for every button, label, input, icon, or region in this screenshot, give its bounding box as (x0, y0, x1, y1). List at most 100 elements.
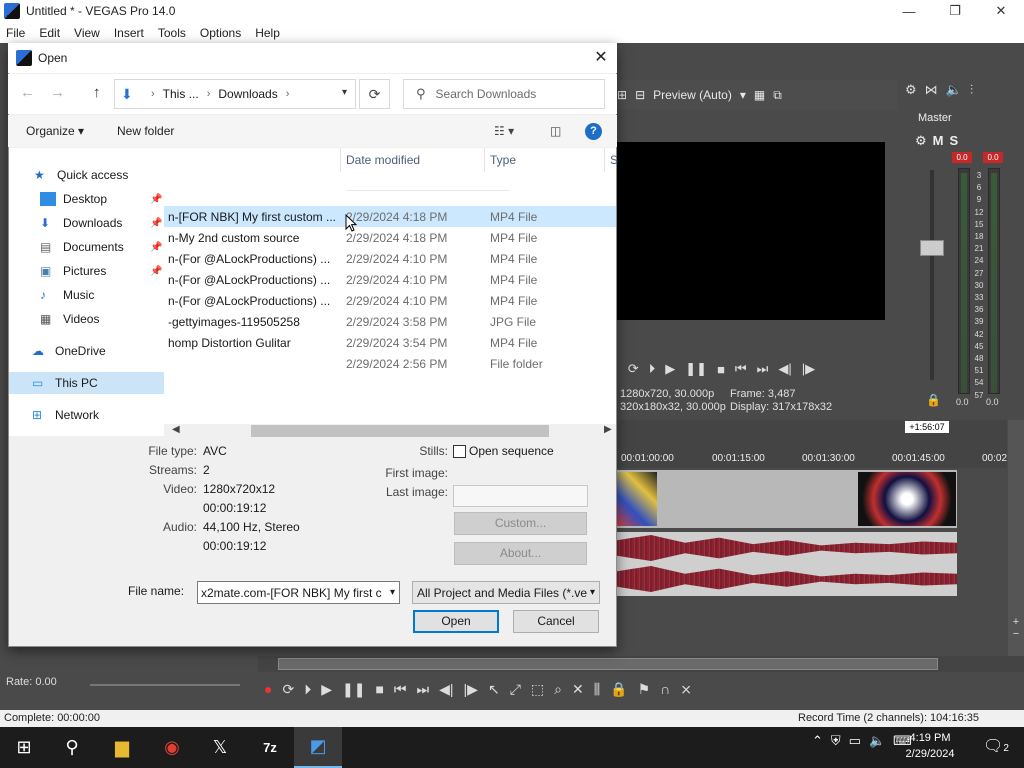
nav-quick-access[interactable]: ★ Quick access (34, 168, 128, 182)
marker-icon[interactable]: ⚑ (638, 681, 651, 698)
column-divider[interactable] (604, 148, 605, 172)
chevron-down-icon[interactable]: ▾ (342, 87, 347, 98)
chevron-down-icon[interactable]: ▾ (740, 88, 746, 102)
nav-pictures[interactable]: ▣ Pictures (40, 264, 106, 278)
menu-tools[interactable]: Tools (158, 26, 186, 40)
windows-start-icon[interactable]: ⊞ (0, 727, 48, 768)
network-tray-icon[interactable]: ▭ (849, 733, 861, 749)
menu-insert[interactable]: Insert (114, 26, 144, 40)
overlay-icon[interactable]: ⊟ (635, 88, 645, 102)
play-icon[interactable]: ▶ (665, 361, 675, 377)
organize-button[interactable]: Organize ▾ (26, 124, 84, 138)
file-type-filter[interactable]: All Project and Media Files (*.ve ▾ (412, 581, 600, 604)
fx-icon[interactable]: ⚙ (915, 133, 927, 149)
chevron-up-icon[interactable]: ⌃ (812, 733, 823, 749)
nav-downloads[interactable]: ⬇ Downloads (40, 216, 122, 230)
scroll-right-icon[interactable]: ▶ (604, 424, 612, 435)
preview-mode-dropdown[interactable]: Preview (Auto) (653, 88, 732, 102)
taskbar-clock[interactable]: 4:19 PM 2/29/2024 (900, 730, 960, 762)
search-icon[interactable]: ⚲ (48, 727, 96, 768)
table-row[interactable]: n-My 2nd custom source 2/29/2024 4:18 PM M… (164, 227, 616, 248)
pin-icon[interactable]: 📌 (150, 194, 162, 205)
rate-slider[interactable] (90, 684, 240, 686)
back-arrow-icon[interactable]: ← (20, 84, 35, 101)
close-icon[interactable]: ✕ (588, 46, 614, 70)
menu-file[interactable]: File (6, 26, 25, 40)
table-row[interactable]: n-(For @ALockProductions) ... 2/29/2024 4… (164, 248, 616, 269)
preview-pane-icon[interactable]: ◫ (550, 124, 561, 138)
nav-network[interactable]: ⊞ Network (32, 408, 99, 422)
table-row[interactable]: n-(For @ALockProductions) ... 2/29/2024 4… (164, 290, 616, 311)
bypass-icon[interactable]: ⋈ (925, 82, 938, 100)
open-sequence-checkbox[interactable] (453, 445, 466, 458)
x-app-icon[interactable]: 𝕏 (196, 727, 244, 768)
solo-button[interactable]: S (950, 133, 959, 149)
chevron-right-icon[interactable]: › (286, 88, 290, 100)
next-frame-icon[interactable]: |▶ (464, 681, 478, 698)
envelope-tool-icon[interactable]: ⤢ (510, 681, 521, 698)
table-row[interactable]: 2/29/2024 2:56 PM File folder (164, 353, 616, 374)
help-icon[interactable]: ? (585, 123, 602, 140)
chevron-down-icon[interactable]: ▾ (390, 587, 395, 598)
table-row[interactable]: homp Distortion Gulitar 2/29/2024 3:54 PM… (164, 332, 616, 353)
delete-icon[interactable]: ✕ (572, 681, 584, 698)
zoom-in-icon[interactable]: + (1008, 616, 1024, 628)
table-row[interactable]: n-[FOR NBK] My first custom ... 2/29/2024… (164, 206, 616, 227)
new-folder-button[interactable]: New folder (117, 124, 174, 138)
cancel-button[interactable]: Cancel (513, 610, 599, 633)
vegas-taskbar-icon[interactable]: ◩ (294, 727, 342, 768)
column-date-modified[interactable]: Date modified (346, 153, 420, 167)
loop-icon[interactable]: ⟳ (628, 361, 639, 377)
stop-icon[interactable]: ■ (375, 681, 383, 697)
security-icon[interactable]: ⛨ (831, 733, 841, 749)
search-input[interactable]: ⚲ Search Downloads (403, 79, 605, 109)
maximize-button[interactable]: ❐ (932, 0, 978, 22)
go-end-icon[interactable]: ⏭ (757, 361, 769, 377)
menu-options[interactable]: Options (200, 26, 241, 40)
close-button[interactable]: ✕ (978, 0, 1024, 22)
trim-icon[interactable]: ⫼ (594, 681, 600, 698)
properties-icon[interactable]: ⫶ (970, 82, 973, 100)
split-screen-icon[interactable]: ⊞ (617, 88, 627, 102)
7zip-icon[interactable]: 7z (246, 727, 294, 768)
open-button[interactable]: Open (413, 610, 499, 633)
zoom-out-icon[interactable]: − (1008, 628, 1024, 640)
zoom-tool-icon[interactable]: ⌕ (554, 681, 562, 698)
master-fader[interactable] (920, 240, 944, 256)
prev-frame-icon[interactable]: ◀| (439, 681, 453, 698)
menu-help[interactable]: Help (255, 26, 280, 40)
master-fader-track[interactable] (930, 170, 934, 380)
up-arrow-icon[interactable]: ↑ (93, 84, 101, 101)
pause-icon[interactable]: ❚❚ (685, 361, 707, 377)
nav-music[interactable]: ♪ Music (40, 288, 94, 302)
chrome-icon[interactable]: ◉ (148, 727, 196, 768)
view-options-icon[interactable]: ☷ ▾ (494, 124, 514, 138)
table-row[interactable]: n-(For @ALockProductions) ... 2/29/2024 4… (164, 269, 616, 290)
selection-tool-icon[interactable]: ⬚ (531, 681, 544, 698)
refresh-icon[interactable]: ⟳ (359, 79, 390, 109)
file-explorer-icon[interactable]: ▆ (98, 727, 146, 768)
pin-icon[interactable]: 📌 (150, 242, 162, 253)
forward-arrow-icon[interactable]: → (50, 84, 65, 101)
play-from-start-icon[interactable]: ⏵ (649, 361, 656, 377)
pause-icon[interactable]: ❚❚ (342, 681, 365, 698)
minimize-button[interactable]: — (886, 0, 932, 22)
scroll-left-icon[interactable]: ◀ (172, 424, 180, 435)
chevron-down-icon[interactable]: ▾ (589, 587, 595, 598)
nav-documents[interactable]: ▤ Documents (40, 240, 124, 254)
loop-icon[interactable]: ⟳ (282, 681, 294, 698)
breadcrumb-this-pc[interactable]: This ... (163, 87, 199, 101)
pin-icon[interactable]: 📌 (150, 218, 162, 229)
copy-snapshot-icon[interactable]: ⧉ (773, 88, 782, 103)
breadcrumb-downloads[interactable]: Downloads (218, 87, 277, 101)
chevron-right-icon[interactable]: › (207, 88, 211, 100)
record-icon[interactable]: ● (264, 681, 272, 697)
menu-view[interactable]: View (74, 26, 100, 40)
grid-icon[interactable]: ▦ (754, 88, 765, 102)
lock-icon[interactable]: 🔒 (926, 393, 941, 407)
snapping-icon[interactable]: ∩ (660, 681, 670, 697)
nav-videos[interactable]: ▦ Videos (40, 312, 99, 326)
column-type[interactable]: Type (490, 153, 516, 167)
table-row[interactable]: -gettyimages-119505258 2/29/2024 3:58 PM J… (164, 311, 616, 332)
pin-icon[interactable]: 📌 (150, 266, 162, 277)
